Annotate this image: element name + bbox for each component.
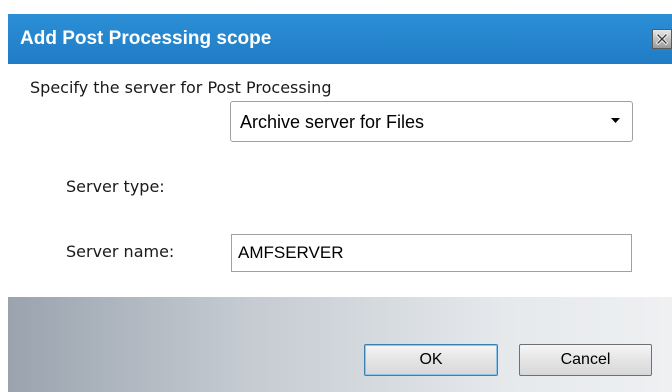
chevron-down-icon (611, 118, 620, 123)
dialog-title: Add Post Processing scope (20, 28, 272, 49)
server-type-value: Archive server for Files (240, 112, 425, 132)
prompt-text: Specify the server for Post Processing (30, 78, 332, 97)
dialog-window: Add Post Processing scope Specify the se… (8, 0, 672, 392)
ok-button[interactable]: OK (364, 344, 498, 376)
server-name-value: AMFSERVER (238, 243, 344, 262)
cancel-button[interactable]: Cancel (519, 344, 652, 376)
title-bar: Add Post Processing scope (8, 14, 672, 64)
close-icon (656, 33, 668, 45)
dialog-footer: OK Cancel (8, 297, 672, 392)
close-button[interactable] (652, 29, 672, 49)
server-name-input[interactable]: AMFSERVER (231, 234, 632, 272)
server-type-select[interactable]: Archive server for Files (230, 101, 633, 142)
